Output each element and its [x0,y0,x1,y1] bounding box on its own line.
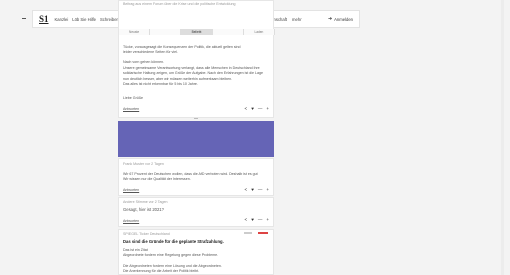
comment-author: Andere Stimme vor 2 Tagen [123,200,168,204]
comment-card: SPIEGEL Ticker Deutschland Das sind die … [118,229,274,275]
login-button[interactable]: ➜ Anmelden [328,16,353,22]
comment-actions: < ♥ — + [245,106,269,111]
comment-text: Die Abgeordneten fordern eine Lösung und… [123,264,222,268]
ad-banner[interactable] [118,121,274,157]
comment-text: Das alles ist nicht erkennbar für 5 bis … [123,82,198,86]
page: S1 Kanzlei Löb Sie Hilfe Schreiben Impre… [0,0,510,275]
comment-actions: < ♥ — + [245,187,269,192]
drag-handle[interactable] [194,118,198,119]
reply-link[interactable]: Antworten [123,219,139,224]
nav-item[interactable]: Löb Sie Hilfe [72,17,96,22]
comment-card: Andere Stimme vor 2 Tagen Gesagt, hier i… [118,197,274,227]
back-dash[interactable] [22,18,26,19]
tab-popular[interactable]: Beliebt [181,29,213,35]
comment-text: Wir wissen nur die Qualität der Interess… [123,177,191,181]
tab-load[interactable]: Laden [243,29,276,35]
status-pill [244,232,252,234]
comment-text: Unsere gemeinsame Verantwortung verlangt… [123,66,260,70]
comment-card: Frank Muster vor 2 Tagen Wir 67 Prozent … [118,158,274,196]
share-icon[interactable]: < [245,187,248,192]
comment-text: Die Anerkennung für die Arbeit der Polit… [123,269,200,273]
comment-header: Beitrag aus einem Forum über die Krise u… [123,2,236,6]
live-indicator [258,232,268,234]
comment-actions: < ♥ — + [245,217,269,222]
comment-text: Gesagt, hier ist 2021? [123,207,164,212]
comment-text: Das ist ein Zitat [123,248,148,252]
comment-text: leider verschiedene Seiten für viel. [123,50,178,54]
minus-icon[interactable]: — [258,187,263,192]
comment-card: Beitrag aus einem Forum über die Krise u… [118,0,276,118]
nav-item[interactable]: Schreiben [100,17,119,22]
nav-item[interactable]: Kanzlei [55,17,69,22]
comment-text: Tücke, vorausgesagt die Konsequenzen der… [123,45,241,49]
site-logo[interactable]: S1 [39,14,49,24]
comment-feed: Beitrag aus einem Forum über die Krise u… [118,0,276,275]
comment-text: Nach vorn gehen können. [123,60,165,64]
reply-link[interactable]: Antworten [123,188,139,193]
comment-text: Abgeordnete fordern eine Regelung gegen … [123,253,219,257]
minus-icon[interactable]: — [258,217,263,222]
reply-link[interactable]: Antworten [123,107,139,112]
comment-author: Frank Muster vor 2 Tagen [123,162,164,166]
scrollbar-track[interactable] [501,0,504,275]
comment-tabs: Neuste Beliebt Laden [119,29,276,35]
comment-text: nun deutlich besser, aber wir müssen wei… [123,77,233,81]
minus-icon[interactable]: — [258,106,263,111]
tab-newest[interactable]: Neuste [119,29,151,35]
tab-empty[interactable] [212,29,244,35]
tab-empty[interactable] [150,29,182,35]
plus-icon[interactable]: + [266,217,269,222]
nav-item-more[interactable]: mehr [292,17,302,22]
plus-icon[interactable]: + [266,106,269,111]
login-label: Anmelden [334,16,353,22]
comment-text: Wir 67 Prozent der Deutschen wollen, das… [123,172,258,176]
news-source: SPIEGEL Ticker Deutschland [123,232,170,236]
like-icon[interactable]: ♥ [251,217,254,222]
share-icon[interactable]: < [245,106,248,111]
login-arrow-icon: ➜ [327,16,333,22]
comment-text: Liebe Grüße [123,96,143,100]
like-icon[interactable]: ♥ [251,187,254,192]
like-icon[interactable]: ♥ [251,106,254,111]
news-title[interactable]: Das sind die Gründe für die geplante Str… [123,239,224,245]
plus-icon[interactable]: + [266,187,269,192]
share-icon[interactable]: < [245,217,248,222]
comment-text: solidarische Haltung zeigen, um Größe de… [123,71,264,75]
